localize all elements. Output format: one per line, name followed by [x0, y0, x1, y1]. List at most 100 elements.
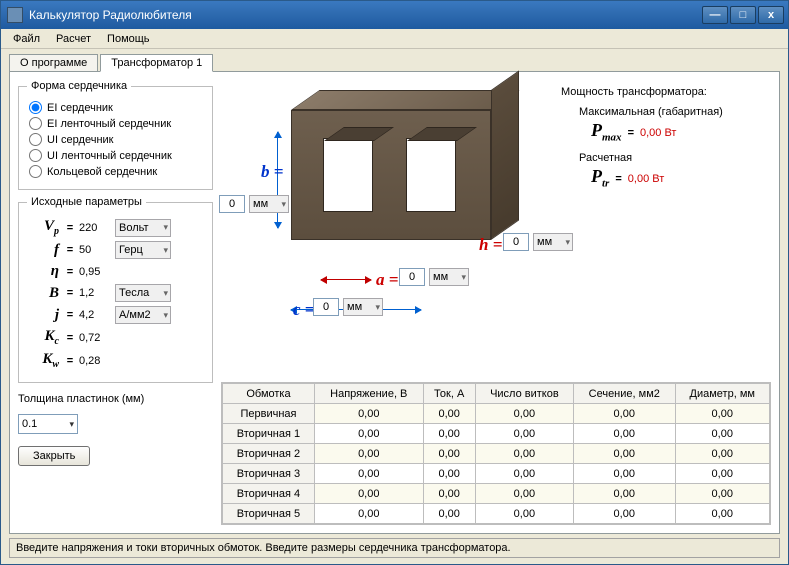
- eta-value[interactable]: 0,95: [77, 266, 115, 278]
- cell-voltage[interactable]: 0,00: [314, 464, 423, 484]
- cell-section: 0,00: [574, 484, 675, 504]
- cell-voltage[interactable]: 0,00: [314, 404, 423, 424]
- j-unit[interactable]: А/мм2: [115, 306, 171, 324]
- cell-section: 0,00: [574, 444, 675, 464]
- dim-c-label: c =: [293, 300, 314, 320]
- pmax-value: 0,00 Вт: [640, 127, 676, 139]
- cell-voltage[interactable]: 0,00: [314, 504, 423, 524]
- close-button[interactable]: Закрыть: [18, 446, 90, 466]
- menu-help[interactable]: Помощь: [99, 31, 158, 47]
- cell-turns: 0,00: [475, 484, 573, 504]
- cell-current[interactable]: 0,00: [423, 424, 475, 444]
- dim-a-label: a =: [376, 270, 398, 290]
- kc-value[interactable]: 0,72: [77, 332, 115, 344]
- radio-ei-label: EI сердечник: [47, 102, 113, 114]
- dim-b-label: b =: [261, 162, 283, 182]
- titlebar[interactable]: Калькулятор Радиолюбителя — □ x: [1, 1, 788, 29]
- radio-ring-label: Кольцевой сердечник: [47, 166, 157, 178]
- thickness-select[interactable]: 0.1: [18, 414, 78, 434]
- cell-diameter: 0,00: [675, 424, 770, 444]
- kw-value[interactable]: 0,28: [77, 355, 115, 367]
- cell-current[interactable]: 0,00: [423, 484, 475, 504]
- radio-ui-tape[interactable]: [29, 149, 42, 162]
- table-row: Первичная0,000,000,000,000,00: [223, 404, 770, 424]
- radio-ei-tape-label: EI ленточный сердечник: [47, 118, 171, 130]
- table-row: Вторичная 50,000,000,000,000,00: [223, 504, 770, 524]
- menu-calc[interactable]: Расчет: [48, 31, 99, 47]
- col-section: Сечение, мм2: [574, 384, 675, 404]
- row-name: Вторичная 4: [223, 484, 315, 504]
- b-unit[interactable]: Тесла: [115, 284, 171, 302]
- cell-turns: 0,00: [475, 464, 573, 484]
- core-form-group: Форма сердечника EI сердечник EI ленточн…: [18, 80, 213, 190]
- dim-h-input[interactable]: 0: [503, 233, 529, 251]
- cell-voltage[interactable]: 0,00: [314, 484, 423, 504]
- row-name: Вторичная 1: [223, 424, 315, 444]
- thickness-label: Толщина пластинок (мм): [18, 393, 213, 405]
- row-name: Вторичная 3: [223, 464, 315, 484]
- power-calc-label: Расчетная: [579, 152, 767, 164]
- cell-diameter: 0,00: [675, 484, 770, 504]
- core-form-legend: Форма сердечника: [27, 80, 131, 92]
- cell-voltage[interactable]: 0,00: [314, 424, 423, 444]
- cell-section: 0,00: [574, 464, 675, 484]
- dim-b-unit[interactable]: мм: [249, 195, 289, 213]
- cell-diameter: 0,00: [675, 504, 770, 524]
- maximize-button[interactable]: □: [730, 6, 756, 24]
- cell-section: 0,00: [574, 424, 675, 444]
- col-turns: Число витков: [475, 384, 573, 404]
- col-current: Ток, А: [423, 384, 475, 404]
- b-value[interactable]: 1,2: [77, 287, 115, 299]
- params-group: Исходные параметры Vp=220Вольт f=50Герц …: [18, 196, 213, 383]
- vp-unit[interactable]: Вольт: [115, 219, 171, 237]
- status-bar: Введите напряжения и токи вторичных обмо…: [9, 538, 780, 558]
- f-value[interactable]: 50: [77, 244, 115, 256]
- cell-diameter: 0,00: [675, 404, 770, 424]
- dim-a-unit[interactable]: мм: [429, 268, 469, 286]
- vp-value[interactable]: 220: [77, 222, 115, 234]
- radio-ring[interactable]: [29, 165, 42, 178]
- tab-about[interactable]: О программе: [9, 54, 98, 72]
- tabs: О программе Трансформатор 1: [1, 49, 788, 71]
- power-header: Мощность трансформатора:: [561, 86, 767, 98]
- params-legend: Исходные параметры: [27, 196, 146, 208]
- f-unit[interactable]: Герц: [115, 241, 171, 259]
- table-row: Вторичная 20,000,000,000,000,00: [223, 444, 770, 464]
- cell-current[interactable]: 0,00: [423, 444, 475, 464]
- tab-panel: Форма сердечника EI сердечник EI ленточн…: [9, 71, 780, 534]
- table-row: Вторичная 30,000,000,000,000,00: [223, 464, 770, 484]
- close-window-button[interactable]: x: [758, 6, 784, 24]
- radio-ui[interactable]: [29, 133, 42, 146]
- cell-turns: 0,00: [475, 404, 573, 424]
- cell-turns: 0,00: [475, 444, 573, 464]
- radio-ei-tape[interactable]: [29, 117, 42, 130]
- radio-ui-label: UI сердечник: [47, 134, 113, 146]
- ptr-value: 0,00 Вт: [628, 173, 664, 185]
- windings-table: Обмотка Напряжение, В Ток, А Число витко…: [221, 382, 771, 525]
- row-name: Вторичная 2: [223, 444, 315, 464]
- row-name: Вторичная 5: [223, 504, 315, 524]
- table-row: Вторичная 40,000,000,000,000,00: [223, 484, 770, 504]
- col-winding: Обмотка: [223, 384, 315, 404]
- menubar: Файл Расчет Помощь: [1, 29, 788, 49]
- radio-ei[interactable]: [29, 101, 42, 114]
- minimize-button[interactable]: —: [702, 6, 728, 24]
- j-value[interactable]: 4,2: [77, 309, 115, 321]
- table-row: Вторичная 10,000,000,000,000,00: [223, 424, 770, 444]
- core-diagram: b = a = c = h = 0мм 0мм 0мм 0мм: [221, 80, 561, 340]
- dim-c-unit[interactable]: мм: [343, 298, 383, 316]
- dim-c-input[interactable]: 0: [313, 298, 339, 316]
- tab-transformer-1[interactable]: Трансформатор 1: [100, 54, 213, 72]
- app-icon: [7, 7, 23, 23]
- cell-voltage[interactable]: 0,00: [314, 444, 423, 464]
- pmax-symbol: Pmax: [591, 120, 622, 144]
- dim-h-unit[interactable]: мм: [533, 233, 573, 251]
- menu-file[interactable]: Файл: [5, 31, 48, 47]
- app-window: Калькулятор Радиолюбителя — □ x Файл Рас…: [0, 0, 789, 565]
- dim-b-input[interactable]: 0: [219, 195, 245, 213]
- cell-current[interactable]: 0,00: [423, 404, 475, 424]
- cell-current[interactable]: 0,00: [423, 464, 475, 484]
- dim-a-input[interactable]: 0: [399, 268, 425, 286]
- col-diameter: Диаметр, мм: [675, 384, 770, 404]
- cell-current[interactable]: 0,00: [423, 504, 475, 524]
